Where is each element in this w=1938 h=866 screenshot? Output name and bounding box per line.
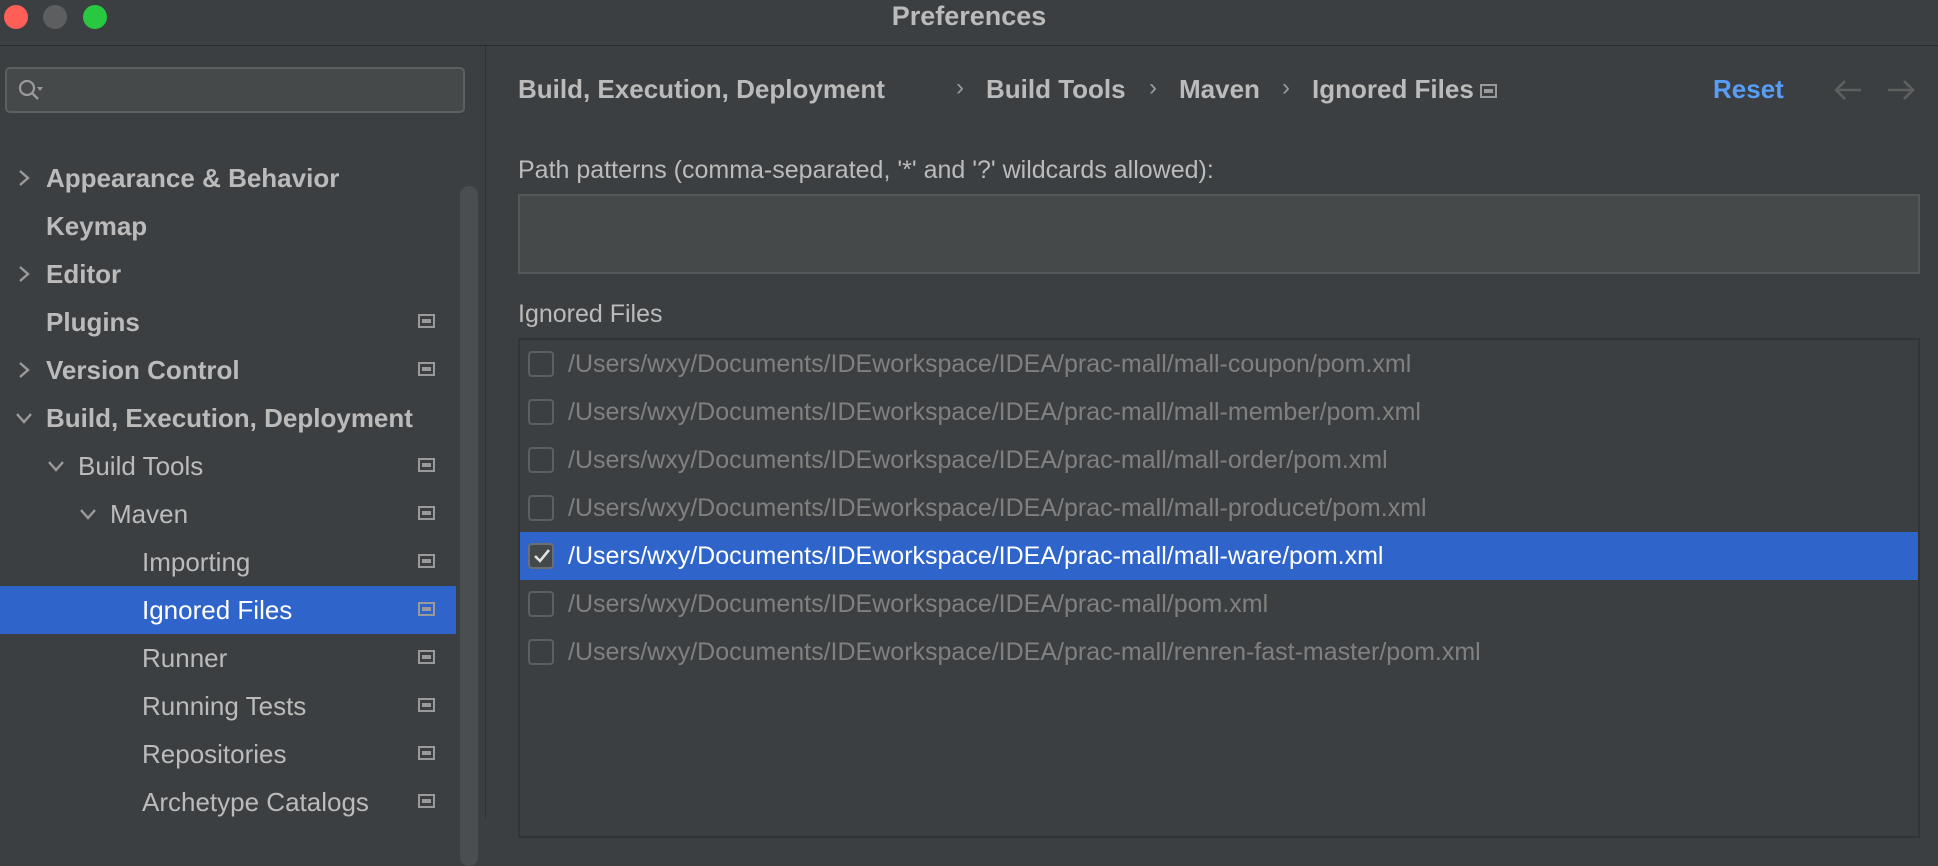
sidebar-item-label: Runner <box>142 643 228 673</box>
sidebar-item-label: Running Tests <box>142 691 307 721</box>
file-path: /Users/wxy/Documents/IDEworkspace/IDEA/p… <box>568 542 1384 570</box>
file-checkbox[interactable] <box>528 639 554 665</box>
file-checkbox[interactable] <box>528 543 554 569</box>
list-item[interactable]: /Users/wxy/Documents/IDEworkspace/IDEA/p… <box>520 628 1918 676</box>
file-path: /Users/wxy/Documents/IDEworkspace/IDEA/p… <box>568 350 1412 378</box>
sidebar-item-label: Plugins <box>46 307 140 337</box>
sidebar-item-keymap[interactable]: Keymap <box>0 202 456 250</box>
path-patterns-input[interactable] <box>518 194 1920 274</box>
back-arrow-icon[interactable] <box>1831 76 1865 104</box>
forward-arrow-icon[interactable] <box>1884 76 1918 104</box>
list-item[interactable]: /Users/wxy/Documents/IDEworkspace/IDEA/p… <box>520 580 1918 628</box>
project-level-icon <box>1480 84 1497 98</box>
sidebar-item-importing[interactable]: Importing <box>0 538 456 586</box>
file-checkbox[interactable] <box>528 399 554 425</box>
sidebar-item-label: Ignored Files <box>142 595 293 625</box>
title-bar: Preferences <box>0 0 1938 46</box>
project-level-icon <box>418 746 435 760</box>
project-level-icon <box>418 794 435 808</box>
file-path: /Users/wxy/Documents/IDEworkspace/IDEA/p… <box>568 446 1388 474</box>
window-title: Preferences <box>891 1 1047 31</box>
project-level-icon <box>418 314 435 328</box>
sidebar-item-editor[interactable]: Editor <box>0 250 456 298</box>
project-level-icon <box>418 458 435 472</box>
list-item[interactable]: /Users/wxy/Documents/IDEworkspace/IDEA/p… <box>520 388 1918 436</box>
sidebar-item-label: Version Control <box>46 355 240 385</box>
sidebar-item-archetype-catalogs[interactable]: Archetype Catalogs <box>0 778 456 826</box>
sidebar-item-version-control[interactable]: Version Control <box>0 346 456 394</box>
chevron-right-icon[interactable] <box>14 264 34 284</box>
sidebar-item-running-tests[interactable]: Running Tests <box>0 682 456 730</box>
sidebar-item-repositories[interactable]: Repositories <box>0 730 456 778</box>
sidebar-item-label: Appearance & Behavior <box>46 163 340 193</box>
sidebar-item-appearance-behavior[interactable]: Appearance & Behavior <box>0 154 456 202</box>
project-level-icon <box>418 650 435 664</box>
file-path: /Users/wxy/Documents/IDEworkspace/IDEA/p… <box>568 590 1269 618</box>
file-path: /Users/wxy/Documents/IDEworkspace/IDEA/p… <box>568 398 1421 426</box>
project-level-icon <box>418 698 435 712</box>
sidebar-item-label: Archetype Catalogs <box>142 787 369 817</box>
file-checkbox[interactable] <box>528 447 554 473</box>
sidebar-item-build-tools[interactable]: Build Tools <box>0 442 456 490</box>
breadcrumb-separator: › <box>1282 74 1290 101</box>
sidebar-item-label: Maven <box>110 499 189 529</box>
list-item[interactable]: /Users/wxy/Documents/IDEworkspace/IDEA/p… <box>520 340 1918 388</box>
sidebar-item-plugins[interactable]: Plugins <box>0 298 456 346</box>
breadcrumb-separator: › <box>1149 74 1157 101</box>
sidebar-item-label: Keymap <box>46 211 148 241</box>
sidebar-item-label: Repositories <box>142 739 287 769</box>
settings-content: Build, Execution, Deployment › Build Too… <box>486 46 1938 838</box>
chevron-down-icon[interactable] <box>14 408 34 428</box>
sidebar-item-label: Build, Execution, Deployment <box>46 403 413 433</box>
sidebar-scrollbar[interactable] <box>460 186 478 866</box>
sidebar-item-label: Editor <box>46 259 122 289</box>
path-patterns-label: Path patterns (comma-separated, '*' and … <box>518 156 1214 184</box>
file-checkbox[interactable] <box>528 495 554 521</box>
search-input[interactable] <box>5 67 465 113</box>
sidebar-item-ignored-files[interactable]: Ignored Files <box>0 586 456 634</box>
project-level-icon <box>418 362 435 376</box>
chevron-right-icon[interactable] <box>14 360 34 380</box>
sidebar-item-label: Importing <box>142 547 251 577</box>
ignored-files-list: /Users/wxy/Documents/IDEworkspace/IDEA/p… <box>518 338 1920 838</box>
file-checkbox[interactable] <box>528 351 554 377</box>
sidebar-item-runner[interactable]: Runner <box>0 634 456 682</box>
sidebar-item-maven[interactable]: Maven <box>0 490 456 538</box>
project-level-icon <box>418 506 435 520</box>
chevron-down-icon[interactable] <box>78 504 98 524</box>
sidebar-item-label: Build Tools <box>78 451 204 481</box>
breadcrumb-item[interactable]: Maven <box>1179 74 1260 105</box>
search-icon <box>18 79 43 100</box>
project-level-icon <box>418 554 435 568</box>
reset-button[interactable]: Reset <box>1713 74 1784 105</box>
breadcrumb-item[interactable]: Build, Execution, Deployment <box>518 74 885 105</box>
list-item[interactable]: /Users/wxy/Documents/IDEworkspace/IDEA/p… <box>520 436 1918 484</box>
file-path: /Users/wxy/Documents/IDEworkspace/IDEA/p… <box>568 638 1481 666</box>
list-item[interactable]: /Users/wxy/Documents/IDEworkspace/IDEA/p… <box>520 532 1918 580</box>
file-path: /Users/wxy/Documents/IDEworkspace/IDEA/p… <box>568 494 1427 522</box>
ignored-files-label: Ignored Files <box>518 300 663 328</box>
breadcrumb-item[interactable]: Build Tools <box>986 74 1126 105</box>
list-item[interactable]: /Users/wxy/Documents/IDEworkspace/IDEA/p… <box>520 484 1918 532</box>
project-level-icon <box>418 602 435 616</box>
chevron-down-icon[interactable] <box>46 456 66 476</box>
breadcrumb-separator: › <box>956 74 964 101</box>
checkmark-icon <box>534 549 551 563</box>
file-checkbox[interactable] <box>528 591 554 617</box>
breadcrumb-item: Ignored Files <box>1312 74 1474 104</box>
chevron-right-icon[interactable] <box>14 168 34 188</box>
settings-sidebar: Appearance & Behavior Keymap Editor Plug… <box>0 46 486 866</box>
sidebar-item-build-execution-deployment[interactable]: Build, Execution, Deployment <box>0 394 456 442</box>
